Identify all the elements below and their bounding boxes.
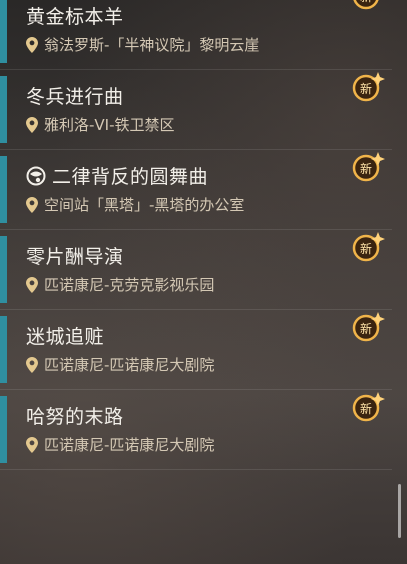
quest-item[interactable]: 零片酬导演 匹诺康尼-克劳克影视乐园 新 [0,230,392,310]
special-quest-icon [26,166,46,185]
quest-list: 黄金标本羊 翁法罗斯-「半神议院」黎明云崖 新 冬兵进行曲 雅利洛-VI-铁卫禁… [0,0,392,470]
quest-location: 雅利洛-VI-铁卫禁区 [26,114,175,135]
new-badge-icon: 新 [352,312,385,342]
quest-title: 黄金标本羊 [26,6,124,28]
new-badge: 新 [348,388,388,428]
quest-title: 哈努的末路 [26,406,124,428]
quest-title: 二律背反的圆舞曲 [26,162,208,189]
quest-location: 匹诺康尼-匹诺康尼大剧院 [26,354,214,375]
location-pin-icon [26,196,38,213]
new-badge: 新 [348,308,388,348]
quest-title: 冬兵进行曲 [26,86,124,108]
quest-item[interactable]: 迷城追赃 匹诺康尼-匹诺康尼大剧院 新 [0,310,392,390]
location-pin-icon [26,36,38,53]
location-pin-icon [26,116,38,133]
new-badge-icon: 新 [352,72,385,102]
location-pin-icon [26,436,38,453]
quest-location: 翁法罗斯-「半神议院」黎明云崖 [26,34,259,55]
quest-title: 零片酬导演 [26,246,124,268]
quest-location: 匹诺康尼-克劳克影视乐园 [26,274,214,295]
svg-text:新: 新 [360,321,372,336]
quest-item[interactable]: 黄金标本羊 翁法罗斯-「半神议院」黎明云崖 新 [0,0,392,70]
new-badge: 新 [348,68,388,108]
quest-item[interactable]: 哈努的末路 匹诺康尼-匹诺康尼大剧院 新 [0,390,392,470]
new-badge-icon: 新 [352,232,385,262]
quest-title: 迷城追赃 [26,326,105,348]
svg-text:新: 新 [360,0,372,4]
quest-item[interactable]: 二律背反的圆舞曲 空间站「黑塔」-黑塔的办公室 新 [0,150,392,230]
svg-text:新: 新 [360,401,372,416]
svg-text:新: 新 [360,161,372,176]
quest-location: 匹诺康尼-匹诺康尼大剧院 [26,434,214,455]
new-badge-icon: 新 [353,0,379,10]
location-pin-icon [26,276,38,293]
new-badge: 新 [348,0,388,16]
svg-text:新: 新 [360,241,372,256]
scrollbar-thumb[interactable] [398,484,401,538]
new-badge: 新 [348,228,388,268]
new-badge: 新 [348,148,388,188]
new-badge-icon: 新 [352,392,385,422]
new-badge-icon: 新 [352,152,385,182]
quest-item[interactable]: 冬兵进行曲 雅利洛-VI-铁卫禁区 新 [0,70,392,150]
location-pin-icon [26,356,38,373]
svg-text:新: 新 [360,81,372,96]
quest-location: 空间站「黑塔」-黑塔的办公室 [26,194,244,215]
